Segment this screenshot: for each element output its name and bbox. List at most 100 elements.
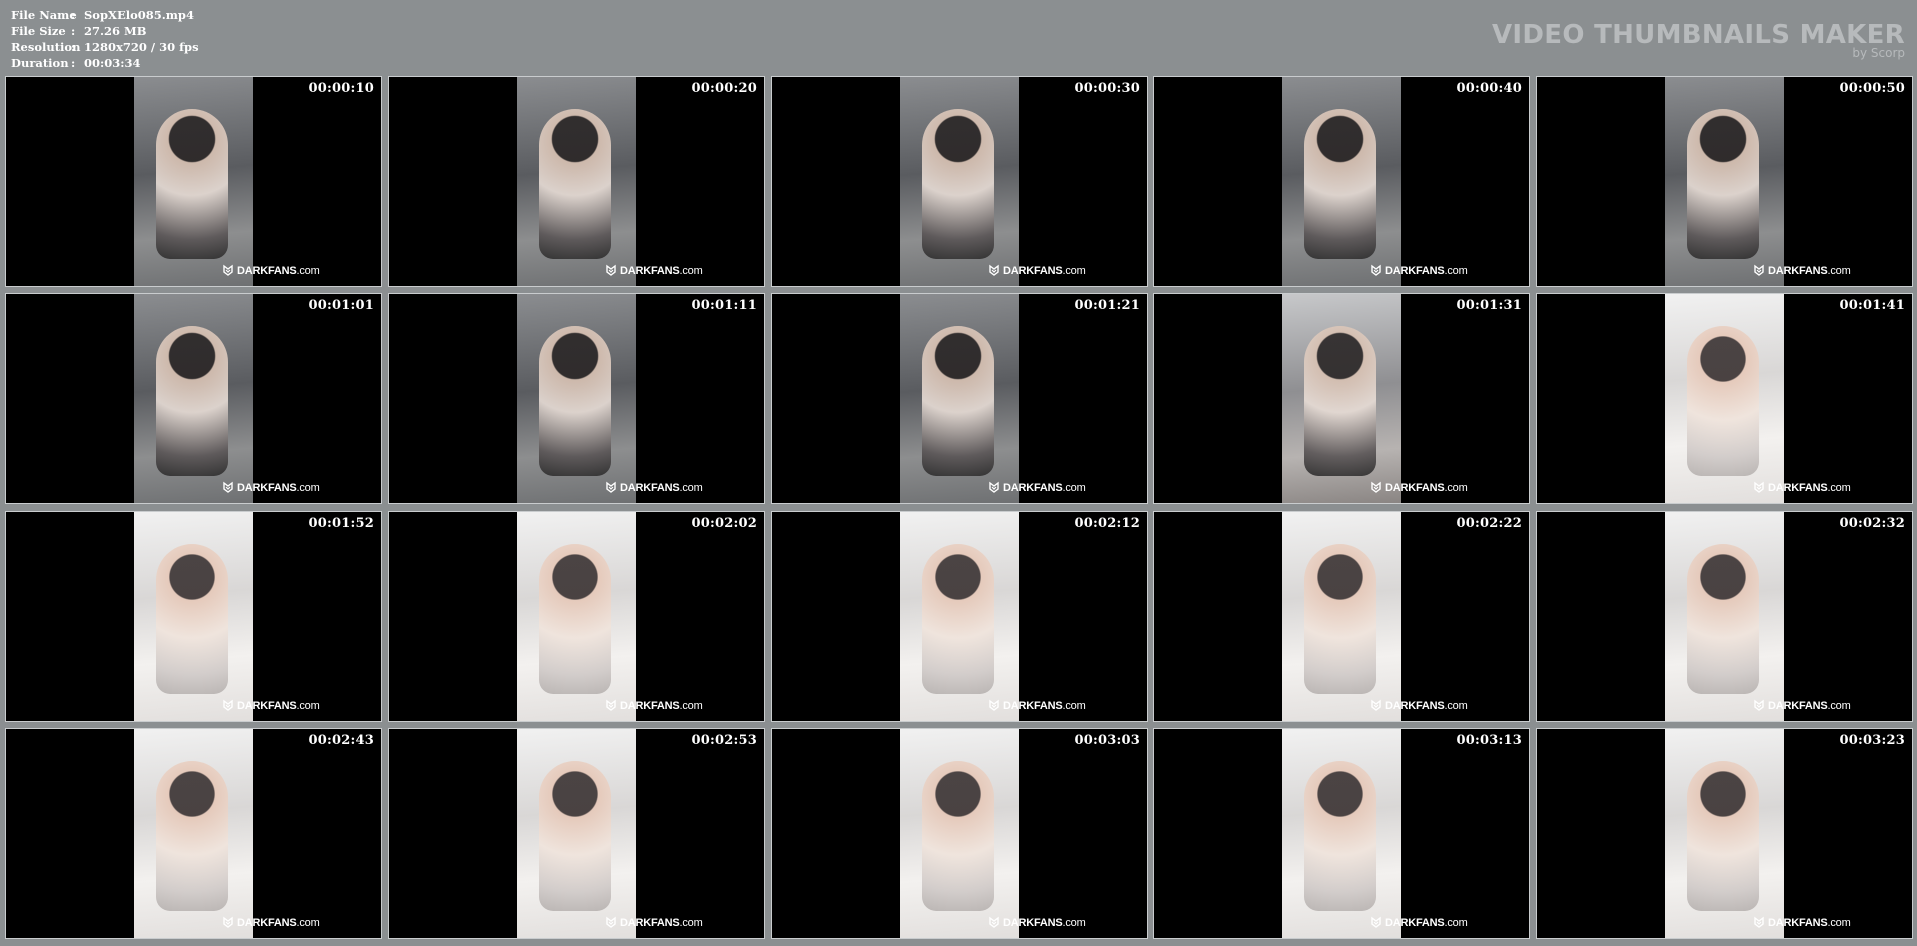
watermark-text-suffix: .com <box>1827 916 1851 929</box>
watermark-logo-icon <box>1753 913 1768 932</box>
video-frame <box>1665 294 1784 503</box>
frame-subject <box>922 544 994 694</box>
timestamp-label: 00:01:11 <box>691 298 757 313</box>
watermark-text-bold: DARKFANS <box>237 916 297 929</box>
timestamp-label: 00:00:10 <box>308 81 374 96</box>
watermark: DARKFANS.com <box>1370 913 1468 932</box>
watermark-logo-icon <box>1753 696 1768 715</box>
watermark: DARKFANS.com <box>1753 261 1851 280</box>
timestamp-label: 00:02:32 <box>1839 516 1905 531</box>
frame-subject <box>156 326 228 476</box>
timestamp-label: 00:01:41 <box>1839 298 1905 313</box>
watermark-logo-icon <box>605 261 620 280</box>
resolution-row: Resolution : 1280x720 / 30 fps <box>11 39 199 55</box>
thumbnail: 00:02:22 DARKFANS.com <box>1154 512 1529 721</box>
file-size-row: File Size : 27.26 MB <box>11 23 199 39</box>
watermark-text-bold: DARKFANS <box>620 264 680 277</box>
watermark-text-suffix: .com <box>679 481 703 494</box>
frame-subject <box>1687 761 1759 911</box>
timestamp-label: 00:00:30 <box>1074 81 1140 96</box>
watermark-text-suffix: .com <box>296 916 320 929</box>
video-frame <box>900 729 1019 938</box>
frame-subject <box>156 761 228 911</box>
watermark-logo-icon <box>1370 478 1385 497</box>
watermark-text: DARKFANS.com <box>1385 917 1468 929</box>
thumbnail: 00:00:20 DARKFANS.com <box>389 77 764 286</box>
frame-subject <box>1304 109 1376 259</box>
frame-subject <box>1687 109 1759 259</box>
resolution-label: Resolution <box>11 40 81 54</box>
timestamp-label: 00:01:01 <box>308 298 374 313</box>
watermark-text-suffix: .com <box>296 264 320 277</box>
video-frame <box>900 512 1019 721</box>
watermark-text-bold: DARKFANS <box>237 264 297 277</box>
file-size-value: 27.26 MB <box>84 24 147 38</box>
watermark-text: DARKFANS.com <box>1003 265 1086 277</box>
watermark-text-suffix: .com <box>1444 699 1468 712</box>
watermark-text-bold: DARKFANS <box>620 481 680 494</box>
video-frame <box>134 77 253 286</box>
frame-subject <box>922 761 994 911</box>
watermark-text: DARKFANS.com <box>1385 700 1468 712</box>
thumbnail: 00:02:02 DARKFANS.com <box>389 512 764 721</box>
watermark: DARKFANS.com <box>1753 913 1851 932</box>
thumbnail: 00:02:12 DARKFANS.com <box>772 512 1147 721</box>
duration-value: 00:03:34 <box>84 56 141 70</box>
video-frame <box>1665 512 1784 721</box>
watermark-text-suffix: .com <box>1444 481 1468 494</box>
thumbnail: 00:00:30 DARKFANS.com <box>772 77 1147 286</box>
watermark-text: DARKFANS.com <box>237 917 320 929</box>
timestamp-label: 00:03:23 <box>1839 733 1905 748</box>
watermark: DARKFANS.com <box>988 261 1086 280</box>
watermark-text-bold: DARKFANS <box>1385 916 1445 929</box>
video-frame <box>517 512 636 721</box>
file-size-label: File Size <box>11 24 66 38</box>
frame-subject <box>539 326 611 476</box>
watermark-text-suffix: .com <box>1827 264 1851 277</box>
brand-logo: VIDEO THUMBNAILS MAKER by Scorp <box>1492 21 1905 60</box>
watermark-text: DARKFANS.com <box>620 482 703 494</box>
watermark-logo-icon <box>222 478 237 497</box>
watermark-text: DARKFANS.com <box>1768 917 1851 929</box>
frame-subject <box>539 544 611 694</box>
watermark-text-bold: DARKFANS <box>1385 481 1445 494</box>
watermark: DARKFANS.com <box>605 261 703 280</box>
thumbnail: 00:02:53 DARKFANS.com <box>389 729 764 938</box>
watermark-logo-icon <box>988 478 1003 497</box>
watermark: DARKFANS.com <box>988 913 1086 932</box>
video-frame <box>900 294 1019 503</box>
watermark: DARKFANS.com <box>605 913 703 932</box>
watermark-text: DARKFANS.com <box>1385 265 1468 277</box>
frame-subject <box>1304 761 1376 911</box>
file-name-row: File Name : SopXElo085.mp4 <box>11 7 199 23</box>
watermark: DARKFANS.com <box>605 478 703 497</box>
watermark-logo-icon <box>222 913 237 932</box>
watermark-text-bold: DARKFANS <box>1385 699 1445 712</box>
file-name-value: SopXElo085.mp4 <box>84 8 194 22</box>
watermark-text-bold: DARKFANS <box>1768 916 1828 929</box>
watermark-text-bold: DARKFANS <box>237 481 297 494</box>
frame-subject <box>1304 544 1376 694</box>
video-frame <box>1282 729 1401 938</box>
watermark-text-suffix: .com <box>1062 481 1086 494</box>
watermark-logo-icon <box>1370 696 1385 715</box>
watermark-text: DARKFANS.com <box>1003 700 1086 712</box>
watermark: DARKFANS.com <box>222 478 320 497</box>
watermark: DARKFANS.com <box>1753 478 1851 497</box>
timestamp-label: 00:02:02 <box>691 516 757 531</box>
thumbnail: 00:01:41 DARKFANS.com <box>1537 294 1912 503</box>
watermark: DARKFANS.com <box>1370 478 1468 497</box>
watermark-logo-icon <box>1753 261 1768 280</box>
watermark-text-bold: DARKFANS <box>1768 264 1828 277</box>
sheet-header: File Name : SopXElo085.mp4 File Size : 2… <box>0 0 1917 76</box>
watermark-text-suffix: .com <box>1444 264 1468 277</box>
watermark-logo-icon <box>605 913 620 932</box>
watermark-text-bold: DARKFANS <box>1003 916 1063 929</box>
thumbnail: 00:03:03 DARKFANS.com <box>772 729 1147 938</box>
video-frame <box>134 512 253 721</box>
watermark-text: DARKFANS.com <box>620 265 703 277</box>
watermark-text-bold: DARKFANS <box>620 916 680 929</box>
file-name-separator: : <box>71 8 76 22</box>
frame-subject <box>1304 326 1376 476</box>
timestamp-label: 00:02:43 <box>308 733 374 748</box>
